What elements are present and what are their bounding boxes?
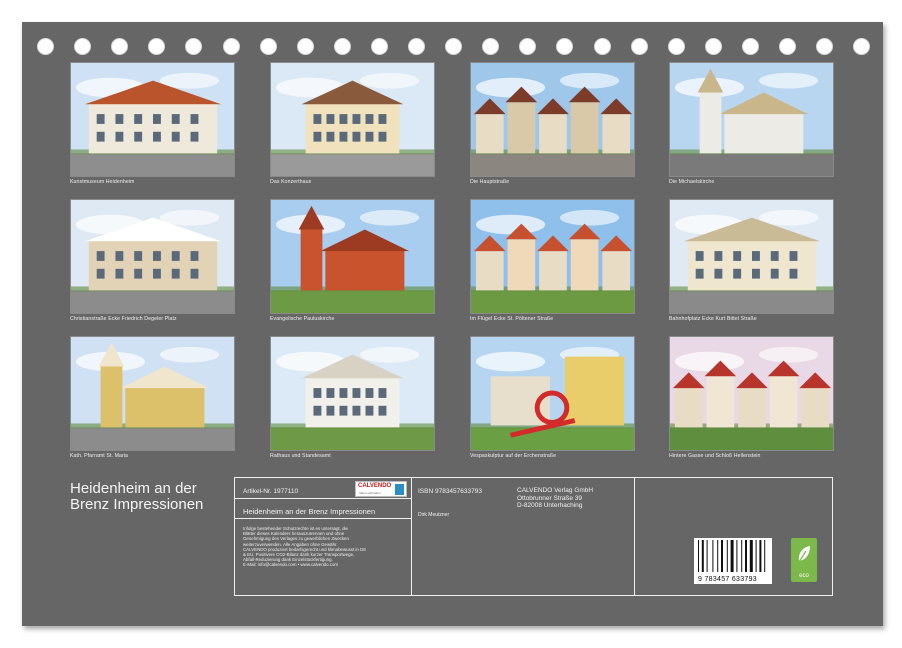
photo-caption: Christianstraße Ecke Friedrich Degeler P…: [70, 316, 177, 322]
binding-hole: [519, 38, 537, 55]
binding-hole: [556, 38, 574, 55]
binding-hole: [222, 38, 240, 55]
calendar-title: Heidenheim an der Brenz Impressionen: [70, 480, 204, 513]
leaf-icon: [798, 546, 810, 563]
binding-hole: [741, 38, 759, 55]
publisher-line: D-82008 Unterhaching: [517, 502, 583, 509]
photo-caption: Kath. Pfarramt St. Maria: [70, 453, 129, 459]
street-photo: [669, 336, 834, 451]
binding-hole: [816, 38, 834, 55]
logo-subtitle: Ideen verbinden: [359, 491, 381, 495]
fineprint-line: E-Mail: info@calvendo.com • www.calvendo…: [243, 562, 339, 568]
building-photo: [70, 62, 235, 177]
binding-hole: [111, 38, 129, 55]
photo-caption: Die Hauptstraße: [470, 179, 510, 185]
info-divider: [634, 478, 635, 595]
eco-label: eco: [799, 573, 809, 579]
street-photo: [470, 199, 635, 314]
isbn: ISBN 9783457633793: [418, 488, 482, 495]
building-photo: [270, 336, 435, 451]
info-calendar-title: Heidenheim an der Brenz Impressionen: [243, 507, 376, 516]
spiral-binding-holes: [22, 38, 883, 58]
church-photo-illustration: [670, 63, 833, 176]
sculpture-photo: [470, 336, 635, 451]
binding-hole: [704, 38, 722, 55]
barcode-icon: [698, 540, 766, 572]
photo-caption: Evangelische Pauluskirche: [270, 316, 335, 322]
binding-hole: [667, 38, 685, 55]
calvendo-logo: CALVENDO Ideen verbinden: [355, 481, 407, 497]
building-photo: [70, 199, 235, 314]
photo-caption: Vespaskulptur auf der Erchenstraße: [470, 453, 557, 459]
binding-hole: [296, 38, 314, 55]
photo-caption: Kunstmuseum Heidenheim: [70, 179, 135, 185]
publisher-address: CALVENDO Verlag GmbH Ottobrunner Straße 3…: [517, 487, 593, 510]
church-photo: [669, 62, 834, 177]
publisher-line: CALVENDO Verlag GmbH: [517, 487, 594, 494]
building-photo-illustration: [71, 63, 234, 176]
street-photo-illustration: [471, 63, 634, 176]
binding-hole: [630, 38, 648, 55]
barcode-number: 9 783457 633793: [698, 576, 757, 583]
photo-caption: Hintere Gasse und Schloß Hellenstein: [669, 453, 761, 459]
logo-name: CALVENDO: [358, 483, 392, 489]
photo-caption: Die Michaelskirche: [669, 179, 715, 185]
binding-hole: [333, 38, 351, 55]
binding-hole: [853, 38, 871, 55]
photo-caption: Bahnhofplatz Ecke Kurt Bittel Straße: [669, 316, 757, 322]
eco-badge: eco: [791, 538, 817, 582]
building-photo-illustration: [271, 337, 434, 450]
author: Dirk Meutzner: [418, 512, 450, 518]
building-photo-illustration: [670, 200, 833, 313]
street-photo: [470, 62, 635, 177]
sculpture-photo-illustration: [471, 337, 634, 450]
binding-hole: [408, 38, 425, 55]
article-number: Artikel-Nr. 1977110: [243, 488, 299, 495]
photo-caption: Rathaus und Standesamt: [270, 453, 331, 459]
church-photo: [70, 336, 235, 451]
legal-fineprint: Infolge bestehender Schutzrechte ist es …: [243, 526, 413, 568]
logo-mark-icon: [395, 484, 404, 495]
binding-hole: [482, 38, 500, 55]
photo-caption: Im Flügel Ecke St. Pöltener Straße: [470, 316, 554, 322]
building-photo: [669, 199, 834, 314]
street-photo-illustration: [670, 337, 833, 450]
photo-caption: Das Konzerthaus: [270, 179, 312, 185]
binding-hole: [185, 38, 203, 55]
binding-hole: [74, 38, 92, 55]
church-photo-illustration: [71, 337, 234, 450]
binding-hole: [148, 38, 166, 55]
binding-hole: [259, 38, 277, 55]
binding-hole: [370, 38, 388, 55]
binding-hole: [445, 38, 463, 55]
publisher-line: Ottobrunner Straße 39: [517, 494, 583, 502]
building-photo-illustration: [271, 63, 434, 176]
church-photo: [270, 199, 435, 314]
street-photo-illustration: [471, 200, 634, 313]
isbn-barcode: 9 783457 633793: [694, 538, 772, 584]
binding-hole: [37, 38, 54, 55]
info-divider: [235, 498, 411, 499]
building-photo: [270, 62, 435, 177]
binding-hole: [593, 38, 611, 55]
church-photo-illustration: [271, 200, 434, 313]
building-photo-illustration: [71, 200, 234, 313]
info-divider: [235, 518, 411, 519]
binding-hole: [779, 38, 796, 55]
